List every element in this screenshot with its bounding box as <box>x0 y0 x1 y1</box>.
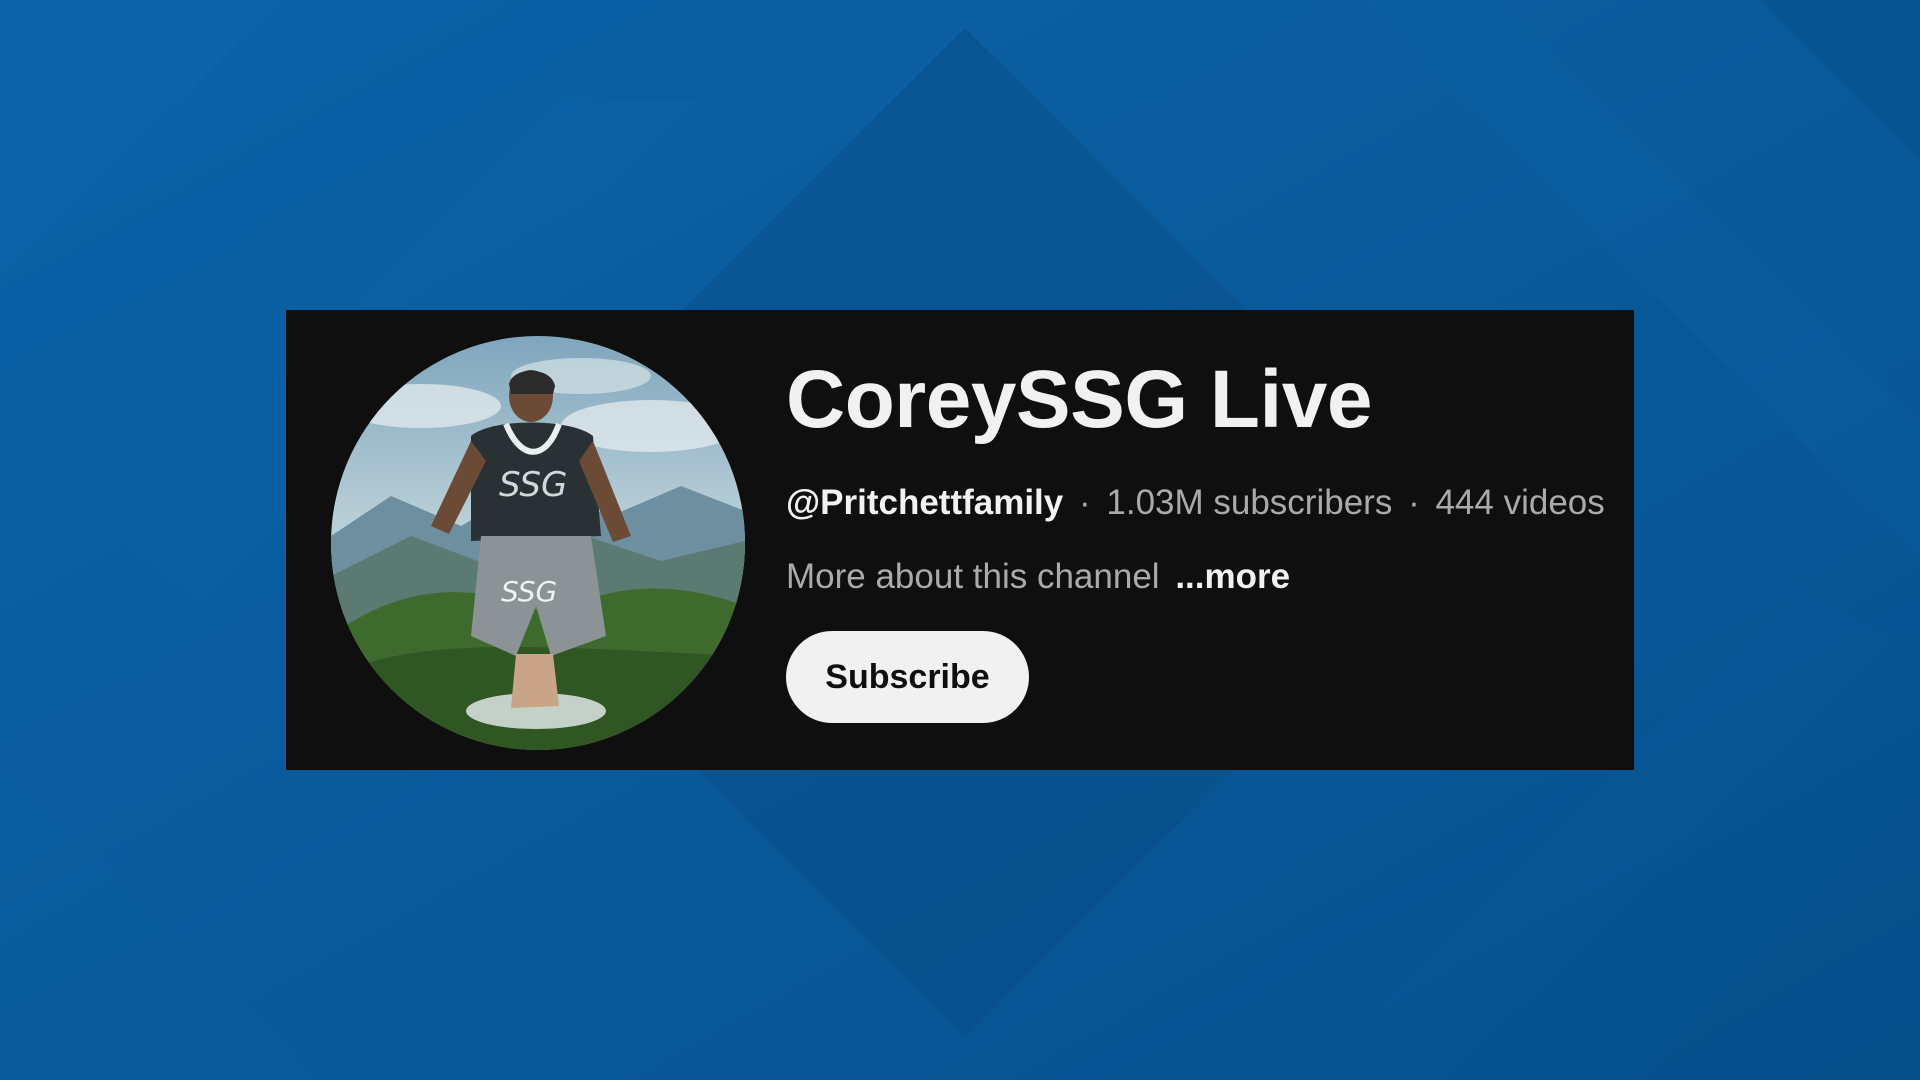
channel-handle[interactable]: @Pritchettfamily <box>786 483 1063 522</box>
svg-text:SSG: SSG <box>499 465 567 505</box>
svg-text:SSG: SSG <box>501 575 557 608</box>
channel-description[interactable]: More about this channel ...more <box>786 556 1606 598</box>
channel-title: CoreySSG Live <box>786 354 1372 445</box>
avatar-photo-icon: SSG SSG <box>331 336 745 750</box>
channel-info: CoreySSG Live @Pritchettfamily · 1.03M s… <box>786 350 1606 598</box>
subscribe-button[interactable]: Subscribe <box>786 631 1029 723</box>
subscriber-count: 1.03M subscribers <box>1106 483 1393 522</box>
more-link[interactable]: ...more <box>1175 557 1290 596</box>
channel-header-card: SSG SSG CoreySSG Live @Pritchettfamily ·… <box>286 310 1634 770</box>
channel-avatar[interactable]: SSG SSG <box>331 336 745 750</box>
meta-separator: · <box>1408 483 1420 522</box>
video-count: 444 videos <box>1435 483 1605 522</box>
channel-meta: @Pritchettfamily · 1.03M subscribers · 4… <box>786 482 1606 524</box>
description-text: More about this channel <box>786 557 1160 596</box>
meta-separator: · <box>1078 483 1091 522</box>
